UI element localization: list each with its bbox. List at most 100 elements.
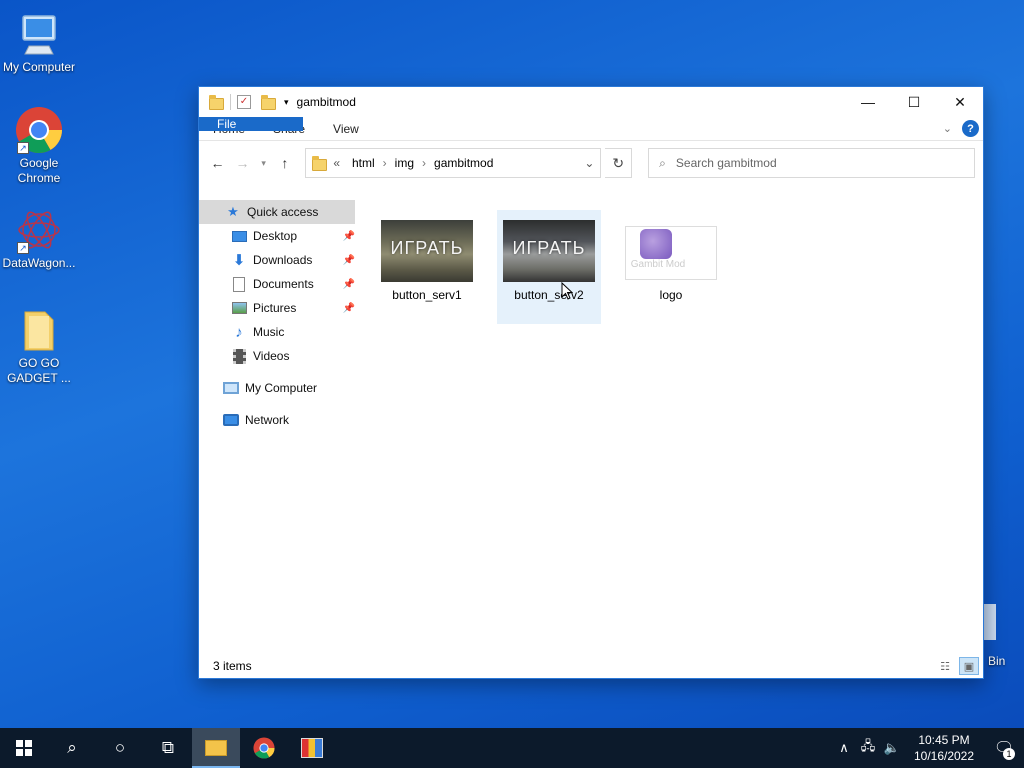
minimize-button[interactable]: — xyxy=(845,87,891,117)
breadcrumb-separator-icon: › xyxy=(382,156,387,170)
nav-item-label: Music xyxy=(253,325,285,339)
nav-item-downloads[interactable]: ⬇ Downloads 📌 xyxy=(199,248,359,272)
desktop-icon-go-go-gadget[interactable]: GO GO GADGET ... xyxy=(1,306,77,386)
forward-arrow-icon[interactable]: → xyxy=(232,152,253,174)
desktop-icon xyxy=(231,228,247,244)
clock[interactable]: 10:45 PM 10/16/2022 xyxy=(908,732,980,764)
desktop-icon-label: My Computer xyxy=(2,60,76,74)
nav-item-label: Desktop xyxy=(253,229,298,243)
network-icon xyxy=(223,412,239,428)
nav-item-label: Videos xyxy=(253,349,290,363)
taskbar-app[interactable] xyxy=(288,728,336,768)
search-box[interactable]: ⌕ xyxy=(648,148,975,178)
tab-view[interactable]: View xyxy=(319,117,373,140)
desktop-icon-recycle-bin[interactable]: Bin xyxy=(978,604,1024,674)
properties-icon[interactable]: ✓ xyxy=(237,95,251,109)
nav-item-label: Downloads xyxy=(253,253,313,267)
taskbar: ⌕ ○ ⧉ ∧ 🖧 🔈 10:45 PM 10/16/2022 🗨 1 xyxy=(0,728,1024,768)
refresh-icon[interactable]: ↻ xyxy=(605,148,633,178)
shortcut-arrow-icon: ↗ xyxy=(17,142,29,154)
address-bar[interactable]: « html › img › gambitmod ⌄ xyxy=(305,148,602,178)
folder-icon xyxy=(205,740,227,756)
search-icon: ⌕ xyxy=(659,155,666,170)
nav-item-pictures[interactable]: Pictures 📌 xyxy=(199,296,359,320)
desktop-icon-my-computer[interactable]: My Computer xyxy=(1,10,77,75)
nav-item-label: Quick access xyxy=(247,205,319,219)
file-item[interactable]: ИГРАТЬ button_serv1 xyxy=(375,210,479,324)
chevron-up-icon[interactable]: ∧ xyxy=(832,740,856,756)
pin-icon: 📌 xyxy=(342,278,355,290)
taskbar-chrome[interactable] xyxy=(240,728,288,768)
file-name: button_serv1 xyxy=(392,288,462,302)
large-icons-view-icon[interactable]: ▣ xyxy=(959,657,979,675)
nav-item-label: Pictures xyxy=(253,301,297,315)
address-dropdown-icon[interactable]: ⌄ xyxy=(578,156,600,170)
breadcrumb-overflow[interactable]: « xyxy=(333,156,340,170)
recent-locations-chevron-icon[interactable]: ▾ xyxy=(257,152,270,174)
search-input[interactable] xyxy=(675,156,956,170)
monitor-icon xyxy=(15,10,63,58)
breadcrumb-html[interactable]: html xyxy=(352,156,375,170)
new-folder-icon[interactable] xyxy=(261,95,276,110)
music-note-icon: ♪ xyxy=(235,323,243,341)
notification-count: 1 xyxy=(1003,748,1015,760)
start-windows-icon[interactable] xyxy=(0,728,48,768)
cortana-circle-icon[interactable]: ○ xyxy=(96,728,144,768)
folder-icon xyxy=(15,306,63,354)
task-view-icon[interactable]: ⧉ xyxy=(144,728,192,768)
desktop-icon-datawagon[interactable]: ↗ DataWagon... xyxy=(1,206,77,271)
breadcrumb-gambitmod[interactable]: gambitmod xyxy=(434,156,493,170)
close-button[interactable]: ✕ xyxy=(937,87,983,117)
item-count: 3 items xyxy=(213,659,252,673)
network-icon[interactable]: 🖧 xyxy=(856,737,880,759)
nav-item-desktop[interactable]: Desktop 📌 xyxy=(199,224,359,248)
tab-file[interactable]: File xyxy=(199,117,303,131)
divider xyxy=(230,94,231,110)
image-thumbnail: Gambit Mod xyxy=(625,226,717,280)
desktop-icon-label: Bin xyxy=(988,654,1006,668)
folder-icon xyxy=(312,155,328,171)
monitor-icon xyxy=(223,380,239,396)
nav-item-quick-access[interactable]: ★ Quick access xyxy=(199,200,355,224)
document-icon xyxy=(231,276,247,292)
expand-ribbon-chevron-icon[interactable]: ⌄ xyxy=(943,122,952,135)
image-thumbnail: ИГРАТЬ xyxy=(381,220,473,282)
file-item[interactable]: Gambit Mod logo xyxy=(619,210,723,324)
taskbar-file-explorer[interactable] xyxy=(192,728,240,768)
file-name: logo xyxy=(659,288,683,302)
clock-time: 10:45 PM xyxy=(918,733,970,747)
navigation-pane: ★ Quick access Desktop 📌 ⬇ Downloads 📌 D… xyxy=(199,185,359,654)
desktop-icon-google-chrome[interactable]: ↗ Google Chrome xyxy=(1,106,77,186)
details-view-icon[interactable]: ☷ xyxy=(935,657,955,675)
pictures-icon xyxy=(231,300,247,316)
nav-item-label: Network xyxy=(245,413,290,427)
film-icon xyxy=(231,348,247,364)
nav-item-videos[interactable]: Videos xyxy=(199,344,359,368)
help-icon[interactable]: ? xyxy=(962,120,979,137)
navigation-bar: ← → ▾ ↑ « html › img › gambitmod ⌄ ↻ ⌕ xyxy=(199,141,983,185)
search-icon[interactable]: ⌕ xyxy=(48,728,96,768)
content-area: ★ Quick access Desktop 📌 ⬇ Downloads 📌 D… xyxy=(199,185,983,654)
nav-item-my-computer[interactable]: My Computer xyxy=(199,376,359,400)
file-item-selected[interactable]: ИГРАТЬ button_serv2 xyxy=(497,210,601,324)
nav-item-music[interactable]: ♪ Music xyxy=(199,320,359,344)
desktop-icon-label: GO GO GADGET ... xyxy=(7,356,71,385)
quick-access-toolbar-dropdown-icon[interactable]: ▾ xyxy=(284,97,289,108)
nav-item-documents[interactable]: Documents 📌 xyxy=(199,272,359,296)
back-arrow-icon[interactable]: ← xyxy=(207,152,228,174)
breadcrumb-separator-icon: › xyxy=(422,156,427,170)
notification-center-icon[interactable]: 🗨 1 xyxy=(984,728,1024,768)
desktop-icon-label: DataWagon... xyxy=(2,256,76,270)
pin-icon: 📌 xyxy=(342,302,355,314)
logo-mark-icon xyxy=(640,229,672,259)
desktop-icon-label: Google Chrome xyxy=(17,156,61,185)
breadcrumb-img[interactable]: img xyxy=(395,156,414,170)
app-icon xyxy=(301,738,323,758)
nav-item-label: My Computer xyxy=(245,381,318,395)
chrome-icon xyxy=(253,737,275,759)
maximize-button[interactable]: ☐ xyxy=(891,87,937,117)
up-arrow-icon[interactable]: ↑ xyxy=(274,152,295,174)
nav-item-network[interactable]: Network xyxy=(199,408,359,432)
pin-icon: 📌 xyxy=(342,230,355,242)
volume-icon[interactable]: 🔈 xyxy=(880,740,904,756)
